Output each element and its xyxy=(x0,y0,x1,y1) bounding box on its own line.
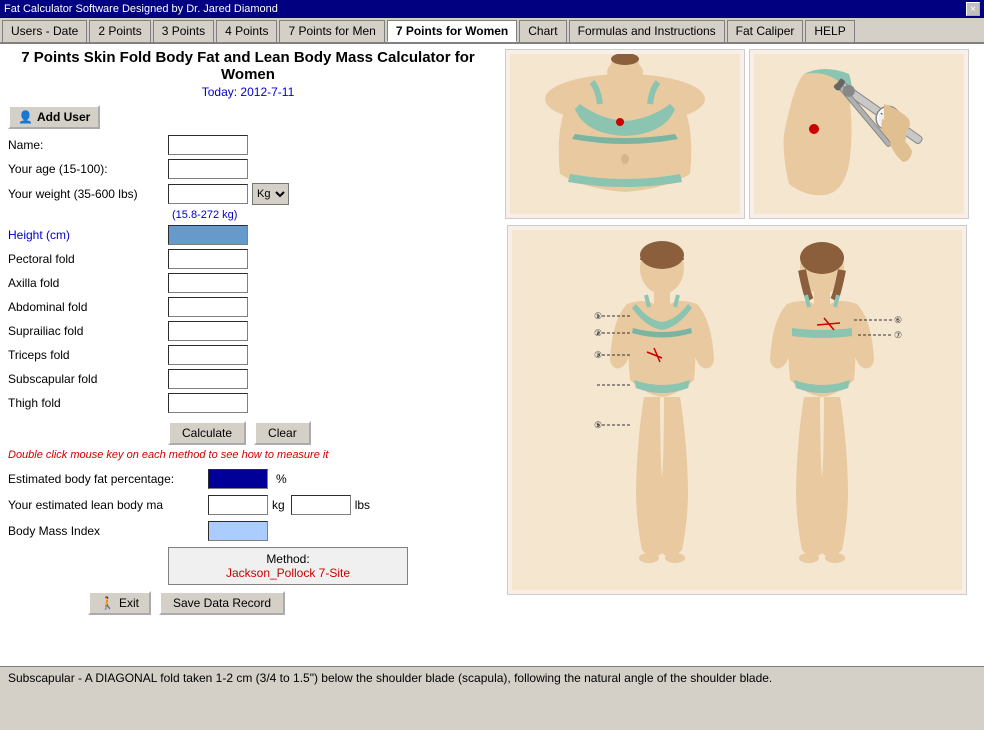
bottom-buttons: 🚶 Exit Save Data Record xyxy=(88,591,488,615)
add-user-button[interactable]: 👤 Add User xyxy=(8,105,100,129)
full-body-svg: ① ② ③ ⑤ xyxy=(512,230,962,590)
triceps-input[interactable] xyxy=(168,345,248,365)
title-bar: Fat Calculator Software Designed by Dr. … xyxy=(0,0,984,18)
name-label: Name: xyxy=(8,138,168,152)
age-label: Your age (15-100): xyxy=(8,162,168,176)
tab-users-date[interactable]: Users - Date xyxy=(2,20,87,42)
triceps-row: Triceps fold xyxy=(8,345,488,365)
action-buttons: Calculate Clear xyxy=(168,421,488,445)
pectoral-input[interactable] xyxy=(168,249,248,269)
subscapular-label: Subscapular fold xyxy=(8,372,168,386)
thigh-row: Thigh fold xyxy=(8,393,488,413)
instruction-text: Double click mouse key on each method to… xyxy=(8,449,488,461)
axilla-row: Axilla fold xyxy=(8,273,488,293)
tab-7points-women[interactable]: 7 Points for Women xyxy=(387,20,517,42)
tab-4points[interactable]: 4 Points xyxy=(216,20,277,42)
suprailiac-row: Suprailiac fold xyxy=(8,321,488,341)
method-box: Method: Jackson_Pollock 7-Site xyxy=(168,547,408,585)
svg-text:②: ② xyxy=(594,328,602,338)
tab-formulas[interactable]: Formulas and Instructions xyxy=(569,20,725,42)
bmi-input[interactable] xyxy=(208,521,268,541)
weight-input[interactable] xyxy=(168,184,248,204)
height-row: Height (cm) xyxy=(8,225,488,245)
suprailiac-input[interactable] xyxy=(168,321,248,341)
page-title: 7 Points Skin Fold Body Fat and Lean Bod… xyxy=(21,49,474,83)
thigh-label: Thigh fold xyxy=(8,396,168,410)
abdominal-input[interactable] xyxy=(168,297,248,317)
user-icon: 👤 xyxy=(18,110,33,124)
lean-mass-lbs-unit: lbs xyxy=(355,498,370,512)
svg-text:⑦: ⑦ xyxy=(894,330,902,340)
full-body-image: ① ② ③ ⑤ xyxy=(507,225,967,595)
close-button[interactable]: × xyxy=(966,2,980,16)
svg-text:③: ③ xyxy=(594,350,602,360)
right-panel: ① ② ③ ⑤ xyxy=(488,49,976,661)
name-input[interactable] xyxy=(168,135,248,155)
add-user-area: 👤 Add User xyxy=(8,105,488,129)
body-fat-row: Estimated body fat percentage: % xyxy=(8,469,488,489)
lean-mass-lbs-input[interactable] xyxy=(291,495,351,515)
subscapular-input[interactable] xyxy=(168,369,248,389)
abdominal-row: Abdominal fold xyxy=(8,297,488,317)
axilla-input[interactable] xyxy=(168,273,248,293)
calculate-button[interactable]: Calculate xyxy=(168,421,246,445)
height-input[interactable] xyxy=(168,225,248,245)
weight-row: Your weight (35-600 lbs) Kg lbs xyxy=(8,183,488,205)
svg-text:⑤: ⑤ xyxy=(594,420,602,430)
pectoral-row: Pectoral fold xyxy=(8,249,488,269)
weight-label: Your weight (35-600 lbs) xyxy=(8,187,168,201)
exit-label: Exit xyxy=(119,596,139,610)
lean-mass-row: Your estimated lean body ma kg lbs xyxy=(8,495,488,515)
exit-button[interactable]: 🚶 Exit xyxy=(88,591,151,615)
abdominal-label: Abdominal fold xyxy=(8,300,168,314)
torso-front-image xyxy=(505,49,745,219)
bmi-row: Body Mass Index xyxy=(8,521,488,541)
status-text: Subscapular - A DIAGONAL fold taken 1-2 … xyxy=(8,671,772,685)
age-input[interactable] xyxy=(168,159,248,179)
main-content: 7 Points Skin Fold Body Fat and Lean Bod… xyxy=(0,44,984,666)
body-fat-unit: % xyxy=(276,472,287,486)
today-date: Today: 2012-7-11 xyxy=(8,85,488,99)
tab-chart[interactable]: Chart xyxy=(519,20,566,42)
axilla-label: Axilla fold xyxy=(8,276,168,290)
tab-help[interactable]: HELP xyxy=(805,20,854,42)
caliper-svg xyxy=(754,54,964,214)
status-bar: Subscapular - A DIAGONAL fold taken 1-2 … xyxy=(0,666,984,726)
thigh-input[interactable] xyxy=(168,393,248,413)
height-label: Height (cm) xyxy=(8,228,168,242)
body-fat-bar xyxy=(208,469,268,489)
weight-note: (15.8-272 kg) xyxy=(172,209,237,221)
caliper-image xyxy=(749,49,969,219)
tab-2points[interactable]: 2 Points xyxy=(89,20,150,42)
top-images xyxy=(505,49,969,219)
pectoral-label: Pectoral fold xyxy=(8,252,168,266)
tab-7points-men[interactable]: 7 Points for Men xyxy=(279,20,384,42)
lean-mass-kg-unit: kg xyxy=(272,498,285,512)
subscapular-row: Subscapular fold xyxy=(8,369,488,389)
svg-text:⑥: ⑥ xyxy=(894,315,902,325)
suprailiac-label: Suprailiac fold xyxy=(8,324,168,338)
triceps-label: Triceps fold xyxy=(8,348,168,362)
tab-fat-caliper[interactable]: Fat Caliper xyxy=(727,20,804,42)
exit-icon: 🚶 xyxy=(100,596,115,610)
clear-button[interactable]: Clear xyxy=(254,421,311,445)
svg-text:①: ① xyxy=(594,311,602,321)
tab-3points[interactable]: 3 Points xyxy=(153,20,214,42)
nav-tabs: Users - Date 2 Points 3 Points 4 Points … xyxy=(0,18,984,44)
app-title: Fat Calculator Software Designed by Dr. … xyxy=(4,3,278,15)
add-user-label: Add User xyxy=(37,110,90,124)
body-fat-label: Estimated body fat percentage: xyxy=(8,472,208,486)
lean-mass-label: Your estimated lean body ma xyxy=(8,498,208,512)
name-row: Name: xyxy=(8,135,488,155)
left-panel: 7 Points Skin Fold Body Fat and Lean Bod… xyxy=(8,49,488,661)
weight-note-row: (15.8-272 kg) xyxy=(8,209,488,221)
torso-front-svg xyxy=(510,54,740,214)
weight-unit-select[interactable]: Kg lbs xyxy=(252,183,289,205)
method-value: Jackson_Pollock 7-Site xyxy=(177,566,399,580)
lean-mass-kg-input[interactable] xyxy=(208,495,268,515)
age-row: Your age (15-100): xyxy=(8,159,488,179)
method-label: Method: xyxy=(177,552,399,566)
save-button[interactable]: Save Data Record xyxy=(159,591,285,615)
bmi-label: Body Mass Index xyxy=(8,524,208,538)
